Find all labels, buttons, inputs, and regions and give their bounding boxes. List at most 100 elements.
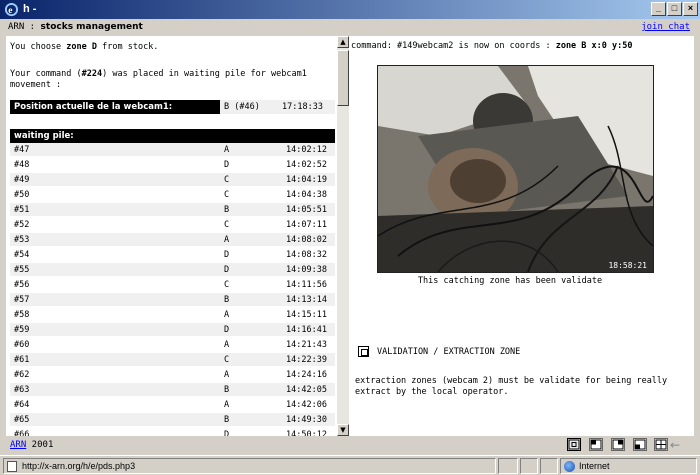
org-label: ARN	[8, 22, 25, 32]
waiting-pile-time: 14:11:56	[286, 280, 327, 290]
waiting-pile-command-id: #62	[14, 370, 30, 380]
chosen-zone: zone D	[66, 42, 98, 52]
waiting-pile-zone: D	[224, 265, 230, 275]
waiting-pile-row: #56 C 14:11:56	[10, 278, 335, 291]
waiting-pile-row: #63 B 14:42:05	[10, 383, 335, 396]
waiting-pile-row: #48 D 14:02:52	[10, 158, 335, 171]
footer-credit: ARN 2001	[10, 440, 53, 450]
webcam-image[interactable]: 18:58:21	[377, 65, 654, 273]
position-zone: B (#46)	[220, 100, 278, 114]
page-header: ARN : stocks management join chat	[0, 19, 700, 36]
waiting-pile-command-id: #64	[14, 400, 30, 410]
layout-bottom-icon[interactable]	[633, 438, 647, 451]
zone-choice-text: You choose zone D from stock.	[10, 42, 158, 52]
svg-text:e: e	[8, 6, 12, 16]
scroll-up-button[interactable]: ▲	[337, 36, 349, 48]
maximize-button[interactable]: □	[667, 2, 682, 16]
waiting-pile-zone: A	[224, 235, 230, 245]
command-coords-prefix: command: #149webcam2 is now on coords :	[351, 41, 556, 51]
waiting-pile-zone: D	[224, 325, 230, 335]
command-status-b: ) was placed in waiting pile for webcam1	[102, 69, 307, 79]
waiting-pile-command-id: #59	[14, 325, 30, 335]
waiting-pile-time: 14:02:12	[286, 145, 327, 155]
waiting-pile-row: #59 D 14:16:41	[10, 323, 335, 336]
waiting-pile-command-id: #56	[14, 280, 30, 290]
current-position-row: Position actuelle de la webcam1: B (#46)…	[10, 100, 335, 114]
waiting-pile-command-id: #49	[14, 175, 30, 185]
vertical-scrollbar[interactable]: ▲ ▼	[337, 36, 349, 436]
stock-panel: You choose zone D from stock. Your comma…	[6, 36, 337, 436]
extraction-info-text: extraction zones (webcam 2) must be vali…	[355, 376, 668, 397]
waiting-pile-row: #52 C 14:07:11	[10, 218, 335, 231]
position-time: 17:18:33	[278, 100, 335, 114]
status-url: http://x-arn.org/h/e/pds.php3	[22, 461, 136, 471]
page-footer: ARN 2001 ←	[0, 436, 700, 454]
zone-choice-suffix: from stock.	[97, 42, 159, 52]
waiting-pile-zone: A	[224, 340, 230, 350]
waiting-pile-row: #58 A 14:15:11	[10, 308, 335, 321]
waiting-pile-row: #61 C 14:22:39	[10, 353, 335, 366]
waiting-pile-zone: A	[224, 370, 230, 380]
validation-zone-label[interactable]: VALIDATION / EXTRACTION ZONE	[377, 347, 520, 357]
waiting-pile-time: 14:08:02	[286, 235, 327, 245]
page-icon	[7, 461, 17, 472]
waiting-pile-row: #64 A 14:42:06	[10, 398, 335, 411]
waiting-pile-time: 14:05:51	[286, 205, 327, 215]
command-status-text: Your command (#224) was placed in waitin…	[10, 69, 307, 79]
waiting-pile-command-id: #50	[14, 190, 30, 200]
waiting-pile-row: #47 A 14:02:12	[10, 143, 335, 156]
close-button[interactable]: ×	[683, 2, 698, 16]
waiting-pile-command-id: #58	[14, 310, 30, 320]
waiting-pile-zone: C	[224, 280, 230, 290]
scroll-thumb[interactable]	[337, 50, 349, 106]
waiting-pile-time: 14:13:14	[286, 295, 327, 305]
globe-icon	[564, 461, 575, 472]
waiting-pile-time: 14:04:38	[286, 190, 327, 200]
status-field-3	[540, 458, 558, 474]
waiting-pile-command-id: #47	[14, 145, 30, 155]
minimize-button[interactable]: _	[651, 2, 666, 16]
waiting-pile-zone: C	[224, 355, 230, 365]
arn-link[interactable]: ARN	[10, 440, 26, 450]
waiting-pile-zone: A	[224, 145, 230, 155]
waiting-pile-zone: D	[224, 250, 230, 260]
waiting-pile-time: 14:42:05	[286, 385, 327, 395]
validation-caption: This catching zone has been validate	[417, 276, 603, 286]
waiting-pile-time: 14:21:43	[286, 340, 327, 350]
join-chat-link[interactable]: join chat	[641, 22, 690, 32]
layout-grid-icon[interactable]	[654, 438, 668, 451]
waiting-pile-zone: B	[224, 205, 230, 215]
waiting-pile-command-id: #63	[14, 385, 30, 395]
waiting-pile-zone: A	[224, 310, 230, 320]
waiting-pile-row: #60 A 14:21:43	[10, 338, 335, 351]
waiting-pile-row: #54 D 14:08:32	[10, 248, 335, 261]
waiting-pile-row: #50 C 14:04:38	[10, 188, 335, 201]
status-field-1	[498, 458, 518, 474]
waiting-pile-zone: D	[224, 160, 230, 170]
command-number: #224	[81, 69, 103, 79]
section-title: stocks management	[40, 22, 143, 32]
layout-single-icon[interactable]	[567, 438, 581, 451]
movement-label: movement :	[10, 80, 62, 90]
status-zone: Internet	[579, 461, 610, 471]
webcam-timestamp: 18:58:21	[608, 261, 647, 270]
waiting-pile-row: #57 B 14:13:14	[10, 293, 335, 306]
window-title: h -	[23, 3, 37, 15]
status-field-2	[520, 458, 538, 474]
layout-top-left-icon[interactable]	[589, 438, 603, 451]
layout-top-right-icon[interactable]	[611, 438, 625, 451]
back-arrow-icon[interactable]: ←	[670, 438, 680, 452]
waiting-pile-time: 14:15:11	[286, 310, 327, 320]
validation-zone-icon[interactable]	[358, 346, 369, 357]
waiting-pile-time: 14:09:38	[286, 265, 327, 275]
waiting-pile-zone: C	[224, 220, 230, 230]
waiting-pile-zone: B	[224, 415, 230, 425]
ie-icon: e	[4, 2, 19, 17]
zone-choice-prefix: You choose	[10, 42, 67, 52]
waiting-pile-row: #51 B 14:05:51	[10, 203, 335, 216]
status-bar: http://x-arn.org/h/e/pds.php3 Internet	[0, 455, 700, 475]
scroll-down-button[interactable]: ▼	[337, 424, 349, 436]
command-status-a: Your command (	[10, 69, 82, 79]
status-zone-field: Internet	[560, 458, 697, 474]
waiting-pile-zone: A	[224, 400, 230, 410]
